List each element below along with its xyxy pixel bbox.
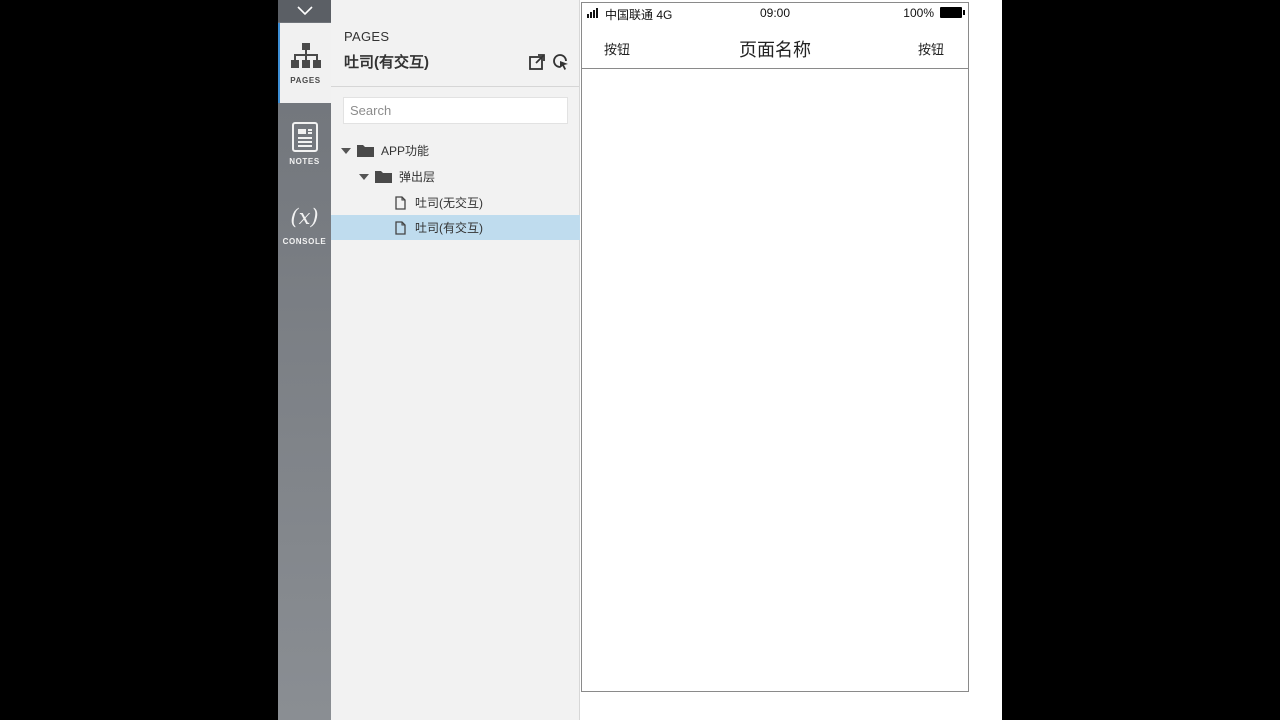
- variable-x-icon: (x): [290, 200, 318, 234]
- export-icon: [529, 54, 545, 70]
- phone-frame: 中国联通 4G 09:00 100% 按钮 页面名称 按钮: [581, 2, 969, 692]
- rail-tab-label: PAGES: [290, 76, 321, 85]
- notes-icon: [291, 120, 318, 154]
- nav-page-title: 页面名称: [739, 40, 811, 60]
- tree-item-label: 吐司(无交互): [415, 196, 483, 210]
- rail-tab-label: CONSOLE: [282, 237, 327, 246]
- cursor-target-icon: [553, 54, 568, 70]
- page-title: 吐司(有交互): [344, 54, 429, 71]
- rail-tab-pages[interactable]: PAGES: [278, 23, 331, 103]
- page-icon: [395, 195, 406, 210]
- panel-divider: [331, 86, 579, 87]
- page-icon: [395, 220, 406, 235]
- caret-down-icon[interactable]: [341, 147, 351, 154]
- export-page-button[interactable]: [528, 53, 546, 71]
- panel-heading: PAGES: [344, 29, 390, 44]
- battery-icon: [940, 7, 965, 18]
- pages-panel: PAGES 吐司(有交互) APP功能: [331, 0, 643, 720]
- console-glyph: (x): [290, 204, 319, 229]
- sitemap-icon: [290, 39, 321, 73]
- tree-item-label: 弹出层: [399, 170, 436, 184]
- prototype-canvas: 中国联通 4G 09:00 100% 按钮 页面名称 按钮: [580, 0, 1002, 720]
- collapse-rail-button[interactable]: [278, 0, 331, 22]
- rail-tab-label: NOTES: [289, 157, 320, 166]
- rail-tab-console[interactable]: (x) CONSOLE: [278, 184, 331, 264]
- folder-icon: [357, 145, 374, 157]
- tree-item-folder-app[interactable]: APP功能: [331, 138, 589, 163]
- prototype-viewer: PAGES NOTES (x) CONSOLE PAGES 吐司(有交互) Se…: [278, 0, 1002, 720]
- tree-item-label: 吐司(有交互): [415, 221, 483, 235]
- rail-tab-notes[interactable]: NOTES: [278, 104, 331, 184]
- tree-item-label: APP功能: [381, 144, 430, 158]
- caret-down-icon[interactable]: [359, 173, 369, 180]
- phone-nav-bar: 按钮 页面名称 按钮: [582, 25, 968, 69]
- search-input[interactable]: [343, 97, 568, 124]
- nav-right-button[interactable]: 按钮: [918, 39, 944, 58]
- sidebar-rail: PAGES NOTES (x) CONSOLE: [278, 0, 331, 720]
- target-select-button[interactable]: [552, 53, 570, 71]
- folder-icon: [375, 171, 392, 183]
- tree-item-folder-popup[interactable]: 弹出层: [331, 164, 607, 189]
- battery-percent: 100%: [903, 6, 934, 20]
- phone-content-area: [582, 69, 968, 691]
- chevron-down-icon: [296, 6, 313, 16]
- phone-status-bar: 中国联通 4G 09:00 100%: [582, 3, 968, 23]
